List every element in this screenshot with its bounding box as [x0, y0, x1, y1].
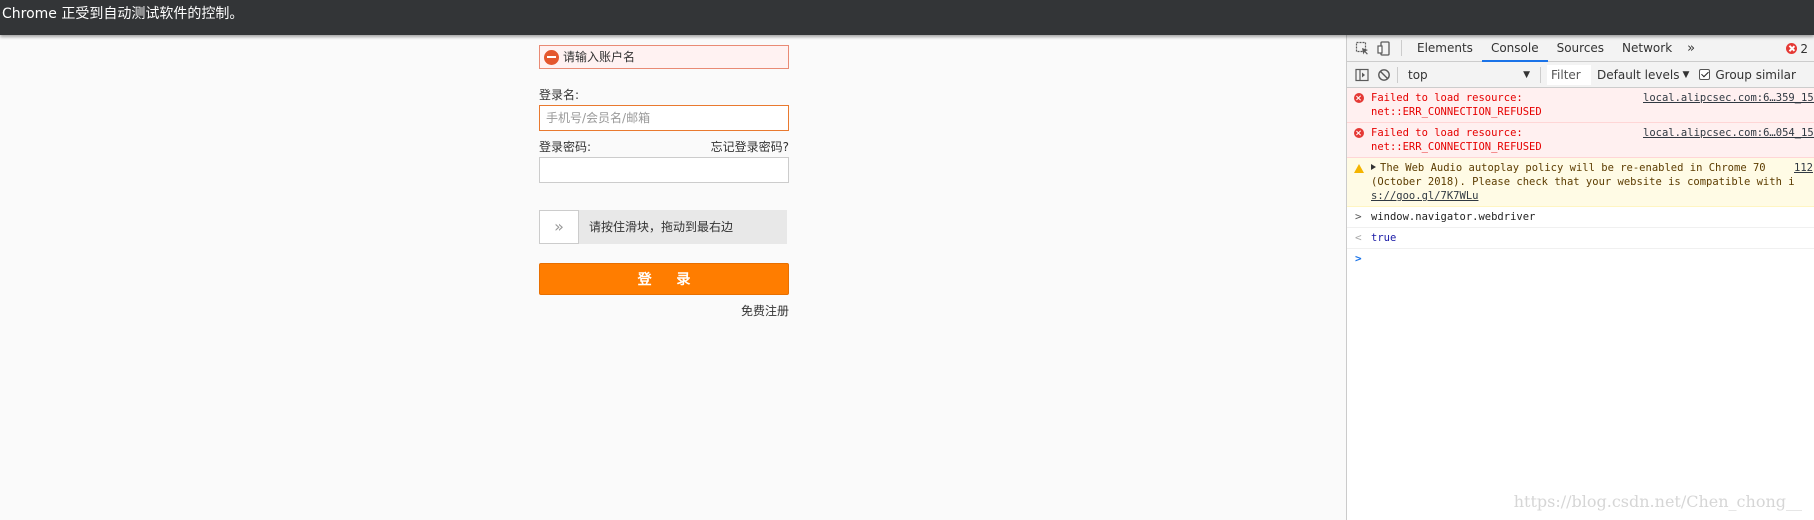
forgot-password-link[interactable]: 忘记登录密码?: [711, 138, 789, 155]
warning-triangle-icon: [1354, 164, 1364, 173]
context-value: top: [1408, 67, 1428, 82]
more-tabs-chevron-icon[interactable]: »: [1681, 41, 1701, 56]
warning-message-line1[interactable]: The Web Audio autoplay policy will be re…: [1371, 161, 1791, 175]
toolbar-divider: [1397, 66, 1398, 83]
error-circle-icon: [1354, 128, 1364, 138]
tab-sources[interactable]: Sources: [1548, 35, 1613, 62]
error-message-box: 请输入账户名: [539, 45, 789, 69]
devtools-tab-bar: Elements Console Sources Network » 2: [1347, 34, 1814, 62]
error-message-line1: Failed to load resource:: [1371, 92, 1523, 104]
slider-instruction-text: 请按住滑块，拖动到最右边: [589, 220, 734, 234]
dropdown-caret-icon: ▼: [1682, 69, 1690, 80]
automation-infobar: Chrome 正受到自动测试软件的控制。: [0, 0, 1814, 35]
show-sidebar-button[interactable]: [1351, 62, 1373, 88]
slide-verification-track: » 请按住滑块，拖动到最右边: [539, 210, 787, 244]
register-link[interactable]: 免费注册: [741, 302, 789, 319]
console-output-entry: < true: [1347, 228, 1814, 249]
input-expression: window.navigator.webdriver: [1371, 211, 1536, 223]
slider-handle[interactable]: »: [539, 210, 579, 244]
password-input[interactable]: [539, 157, 789, 183]
warning-source-link[interactable]: 112: [1794, 161, 1814, 175]
error-circle-icon: [1786, 43, 1798, 54]
login-button[interactable]: 登 录: [539, 263, 789, 295]
username-input[interactable]: [539, 105, 789, 131]
console-input-entry: > window.navigator.webdriver: [1347, 207, 1814, 228]
tab-console[interactable]: Console: [1481, 34, 1548, 62]
console-error-message: Failed to load resource: net::ERR_CONNEC…: [1347, 88, 1814, 123]
tab-network[interactable]: Network: [1613, 35, 1681, 62]
sidebar-toggle-icon: [1355, 68, 1369, 81]
log-levels-dropdown[interactable]: Default levels ▼: [1597, 68, 1689, 82]
error-message-line2: net::ERR_CONNECTION_REFUSED: [1371, 106, 1542, 118]
infobar-text: Chrome 正受到自动测试软件的控制。: [2, 6, 244, 22]
console-warning-message: The Web Audio autoplay policy will be re…: [1347, 158, 1814, 207]
error-counter[interactable]: 2: [1786, 35, 1808, 62]
error-count-value: 2: [1800, 41, 1808, 56]
tab-elements[interactable]: Elements: [1408, 35, 1482, 62]
expand-triangle-icon: [1371, 164, 1376, 170]
toolbar-divider: [1540, 66, 1541, 83]
log-levels-label: Default levels: [1597, 67, 1680, 82]
group-similar-label: Group similar: [1715, 67, 1796, 82]
watermark-text: https://blog.csdn.net/Chen_chong__: [1513, 492, 1802, 511]
input-chevron-icon: >: [1355, 210, 1362, 223]
prompt-chevron-icon: >: [1355, 252, 1362, 265]
console-messages: Failed to load resource: net::ERR_CONNEC…: [1347, 88, 1814, 269]
inspect-element-button[interactable]: [1351, 35, 1373, 61]
warning-message-line2: (October 2018). Please check that your w…: [1371, 176, 1795, 188]
error-message-line1: Failed to load resource:: [1371, 127, 1523, 139]
web-page: 请输入账户名 登录名: 登录密码: 忘记登录密码? » 请按住滑块，拖动到最右边…: [0, 35, 1346, 520]
toolbar-divider: [1401, 40, 1402, 56]
warning-link[interactable]: s://goo.gl/7K7WLu: [1371, 189, 1791, 203]
device-toolbar-button[interactable]: [1373, 35, 1395, 61]
context-selector[interactable]: top ▼: [1404, 65, 1534, 85]
console-toolbar: top ▼ Default levels ▼ Group similar: [1347, 62, 1814, 88]
password-label: 登录密码:: [539, 140, 592, 154]
warning-text-line1: The Web Audio autoplay policy will be re…: [1380, 162, 1766, 174]
error-message-line2: net::ERR_CONNECTION_REFUSED: [1371, 141, 1542, 153]
username-label: 登录名:: [539, 88, 580, 102]
devtools-panel: Elements Console Sources Network » 2 top: [1346, 34, 1814, 520]
console-error-message: Failed to load resource: net::ERR_CONNEC…: [1347, 123, 1814, 158]
error-circle-icon: [1354, 93, 1364, 103]
output-value: true: [1371, 232, 1397, 244]
error-minus-icon: [544, 49, 559, 65]
clear-no-entry-icon: [1378, 68, 1390, 81]
dropdown-caret-icon: ▼: [1523, 69, 1530, 80]
output-arrow-icon: <: [1355, 231, 1362, 244]
console-filter-input[interactable]: [1547, 64, 1591, 85]
console-prompt[interactable]: >: [1347, 249, 1814, 269]
error-message-text: 请输入账户名: [563, 50, 636, 64]
checkbox-checked-icon: [1699, 69, 1711, 80]
error-source-link[interactable]: local.alipcsec.com:6…359_153880: [1643, 91, 1814, 105]
error-source-link[interactable]: local.alipcsec.com:6…054_153880: [1643, 126, 1814, 140]
device-mobile-icon: [1376, 40, 1390, 56]
inspect-cursor-icon: [1355, 41, 1368, 55]
group-similar-checkbox[interactable]: Group similar: [1699, 68, 1796, 82]
clear-console-button[interactable]: [1373, 62, 1395, 88]
